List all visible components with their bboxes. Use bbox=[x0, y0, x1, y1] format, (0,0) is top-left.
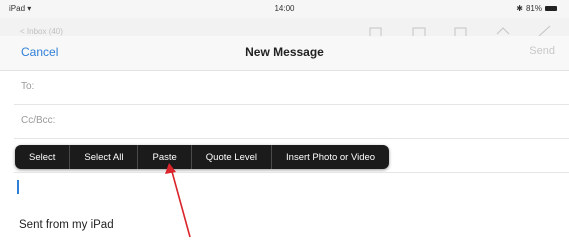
page-title: New Message bbox=[245, 45, 324, 59]
to-field[interactable]: To: bbox=[14, 70, 569, 105]
menu-item-select[interactable]: Select bbox=[15, 145, 69, 169]
new-message-nav-bar: Cancel New Message Send bbox=[0, 36, 569, 71]
menu-item-insert-photo-video[interactable]: Insert Photo or Video bbox=[271, 145, 389, 169]
menu-item-paste[interactable]: Paste bbox=[137, 145, 190, 169]
battery-percent: 81% bbox=[525, 4, 542, 13]
edit-menu-popup: Select Select All Paste Quote Level Inse… bbox=[15, 145, 390, 169]
menu-item-select-all[interactable]: Select All bbox=[69, 145, 137, 169]
body-divider bbox=[14, 172, 569, 173]
arrow-shaft bbox=[170, 167, 191, 238]
menu-item-quote-level[interactable]: Quote Level bbox=[190, 145, 271, 169]
battery-icon bbox=[545, 6, 557, 11]
status-right: ✱ 81% bbox=[516, 4, 557, 13]
text-cursor bbox=[17, 180, 19, 194]
cc-bcc-field[interactable]: Cc/Bcc: bbox=[14, 104, 569, 139]
status-bar: iPad ▾ 14:00 ✱ 81% bbox=[0, 0, 569, 18]
cc-bcc-label: Cc/Bcc: bbox=[21, 115, 56, 126]
svg-text:< Inbox (40): < Inbox (40) bbox=[20, 27, 63, 36]
bluetooth-icon: ✱ bbox=[516, 4, 523, 13]
send-button[interactable]: Send bbox=[529, 45, 555, 57]
email-signature[interactable]: Sent from my iPad bbox=[19, 219, 114, 231]
status-time: 14:00 bbox=[274, 4, 295, 13]
to-label: To: bbox=[21, 81, 35, 92]
